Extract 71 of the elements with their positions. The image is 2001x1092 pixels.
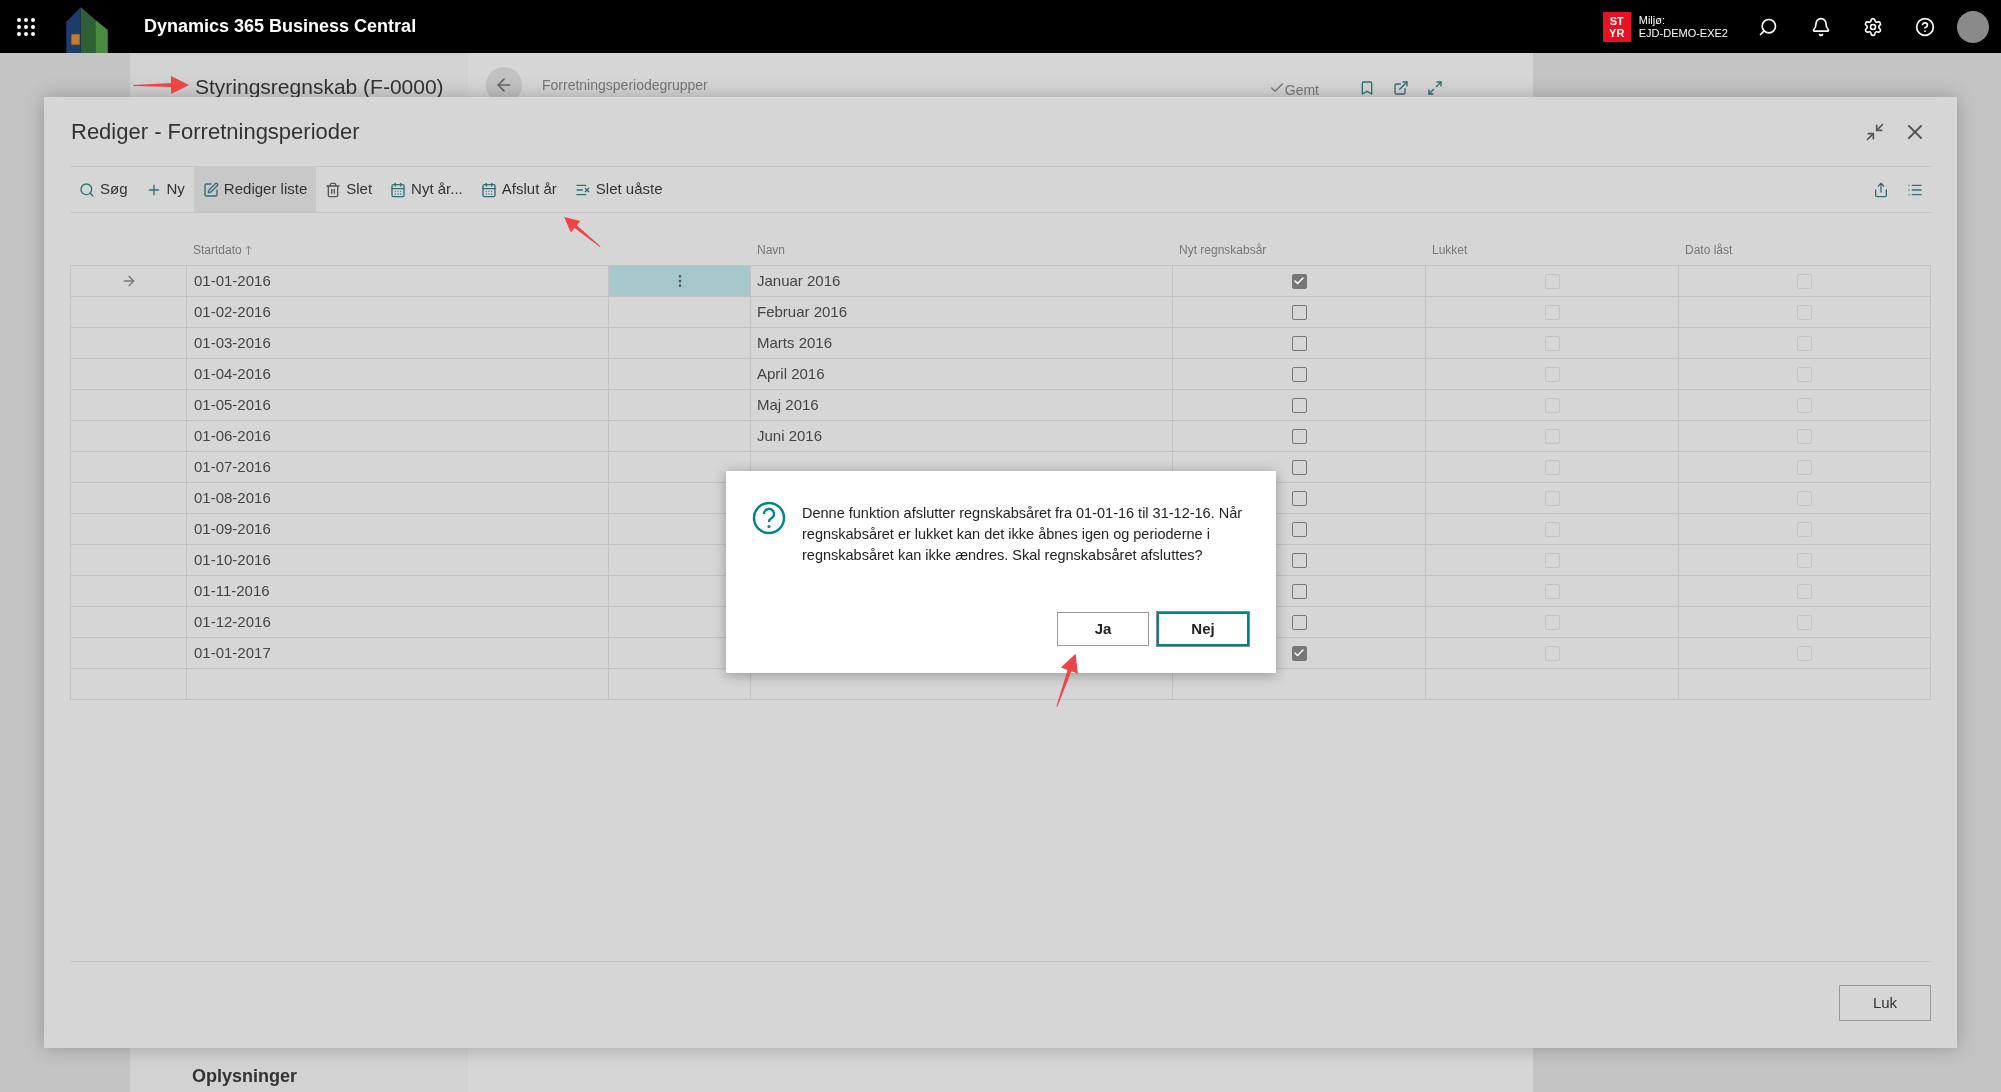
checkbox[interactable] xyxy=(1291,583,1307,599)
share-icon[interactable] xyxy=(1873,181,1889,198)
calendar-icon xyxy=(480,181,497,198)
checkbox[interactable] xyxy=(1291,304,1307,320)
dialog-title: Rediger - Forretningsperioder xyxy=(71,118,360,146)
bookmark-icon[interactable] xyxy=(1359,80,1375,96)
toolbar-action[interactable]: Nyt år... xyxy=(381,167,472,212)
table-cell: 01-12-2016 xyxy=(187,607,609,638)
trash-icon xyxy=(325,181,342,198)
checkbox[interactable] xyxy=(1291,428,1307,444)
table-cell: 01-06-2016 xyxy=(187,421,609,452)
help-icon[interactable] xyxy=(1915,16,1935,37)
checkbox[interactable] xyxy=(1291,459,1307,475)
search-icon[interactable] xyxy=(1758,16,1778,37)
toolbar-action[interactable]: Afslut år xyxy=(471,167,566,212)
environment-badge: ST YR xyxy=(1602,11,1631,42)
checkbox[interactable] xyxy=(1291,335,1307,351)
notification-icon[interactable] xyxy=(1811,16,1831,37)
collapse-icon[interactable] xyxy=(1865,121,1885,142)
table-cell: 01-02-2016 xyxy=(187,297,609,328)
table-cell: 01-01-2016 xyxy=(187,266,609,297)
table-cell: 01-07-2016 xyxy=(187,452,609,483)
checkbox[interactable] xyxy=(1291,366,1307,382)
dialog-button[interactable]: Ja xyxy=(1057,612,1149,646)
toolbar-action[interactable]: Slet xyxy=(316,167,382,212)
checkbox[interactable] xyxy=(1291,397,1307,413)
checkbox[interactable] xyxy=(1291,521,1307,537)
dialog-button[interactable]: Nej xyxy=(1157,612,1249,646)
avatar[interactable] xyxy=(1957,10,1989,43)
environment-label: Miljø: xyxy=(1638,13,1667,27)
page-title: Styringsregnskab (F-0000) xyxy=(195,74,445,100)
table-cell: 01-09-2016 xyxy=(187,514,609,545)
environment-name: EJD-DEMO-EXE2 xyxy=(1638,26,1728,40)
table-cell: 01-11-2016 xyxy=(187,576,609,607)
toolbar-action[interactable]: Rediger liste xyxy=(193,167,317,212)
save-status: Gemt xyxy=(1284,81,1319,100)
toolbar-action[interactable]: Ny xyxy=(136,167,194,212)
section-title: Oplysninger xyxy=(191,1065,299,1088)
toolbar-action[interactable]: Slet uåste xyxy=(565,167,672,212)
question-icon xyxy=(752,501,786,535)
confirm-message: Denne funktion afslutter regnskabsåret fra 01-01-16 til 31-12-16. Når regnskabsåret er lukket kan det ikke åbnes igen og perioderne i regnskabsåret kan ikke ændres. Skal regnskabsåret afsluttes? xyxy=(802,504,1244,565)
close-button[interactable]: Luk xyxy=(1839,985,1931,1021)
calendar-icon xyxy=(390,181,407,198)
settings-icon[interactable] xyxy=(1863,16,1883,37)
table-cell: 01-01-2017 xyxy=(187,638,609,669)
checkbox[interactable] xyxy=(1291,645,1307,661)
table-cell: 01-08-2016 xyxy=(187,483,609,514)
checkbox[interactable] xyxy=(1291,273,1307,289)
table-cell: 01-04-2016 xyxy=(187,359,609,390)
checkbox[interactable] xyxy=(1291,614,1307,630)
edit-icon xyxy=(202,181,219,198)
table-cell[interactable] xyxy=(609,266,751,297)
table-cell[interactable] xyxy=(609,297,751,328)
table-cell: Februar 2016 xyxy=(751,297,1173,328)
table-cell: 01-05-2016 xyxy=(187,390,609,421)
sort-icon xyxy=(244,244,252,256)
checkbox[interactable] xyxy=(1291,490,1307,506)
table-cell: Juni 2016 xyxy=(751,421,1173,452)
table-cell: 01-03-2016 xyxy=(187,328,609,359)
subpage-title: Forretningsperiodegrupper xyxy=(542,76,708,95)
table-cell: Maj 2016 xyxy=(751,390,1173,421)
table-cell: April 2016 xyxy=(751,359,1173,390)
search-icon xyxy=(79,181,95,198)
app-title: Dynamics 365 Business Central xyxy=(144,15,417,38)
open-new-window-icon[interactable] xyxy=(1393,80,1409,96)
table-cell: 01-10-2016 xyxy=(187,545,609,576)
table-cell: Januar 2016 xyxy=(751,266,1173,297)
toolbar-action[interactable]: Søg xyxy=(70,167,137,212)
expand-icon[interactable] xyxy=(1427,80,1443,96)
table-cell: Marts 2016 xyxy=(751,328,1173,359)
checkbox[interactable] xyxy=(1291,552,1307,568)
